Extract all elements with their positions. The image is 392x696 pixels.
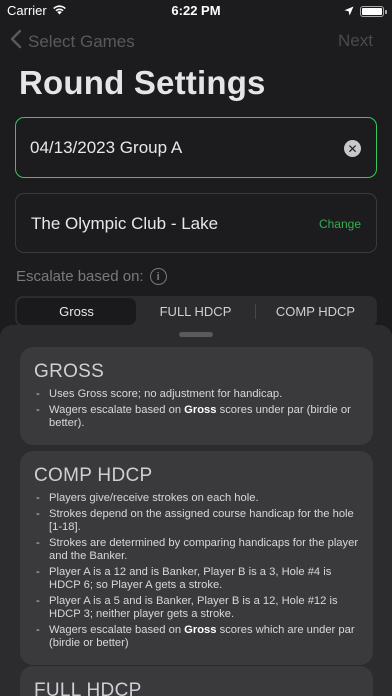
comp-hdcp-card: COMP HDCP Players give/receive strokes o…: [20, 451, 373, 665]
segment-comp-hdcp[interactable]: COMP HDCP: [256, 298, 375, 325]
gross-card: GROSS Uses Gross score; no adjustment fo…: [20, 347, 373, 445]
page-title: Round Settings: [19, 64, 266, 101]
escalate-label-text: Escalate based on:: [16, 268, 144, 285]
gross-list: Uses Gross score; no adjustment for hand…: [34, 388, 359, 430]
status-time: 6:22 PM: [171, 3, 221, 18]
comp-hdcp-card-title: COMP HDCP: [34, 465, 153, 486]
sheet-grabber[interactable]: [179, 332, 213, 337]
full-hdcp-card: FULL HDCP: [20, 666, 373, 696]
next-button[interactable]: Next: [338, 31, 373, 51]
full-hdcp-card-title: FULL HDCP: [34, 680, 142, 696]
comp-hdcp-list: Players give/receive strokes on each hol…: [34, 492, 359, 650]
clear-icon[interactable]: ✕: [344, 140, 361, 157]
status-right: [344, 4, 387, 19]
escalate-segmented-control: Gross FULL HDCP COMP HDCP: [15, 296, 377, 327]
round-name-field[interactable]: ✕: [15, 117, 377, 178]
change-course-button[interactable]: Change: [319, 217, 361, 231]
gross-card-title: GROSS: [34, 361, 105, 382]
course-name: The Olympic Club - Lake: [31, 214, 219, 233]
back-button[interactable]: Select Games: [10, 29, 135, 54]
location-arrow-icon: [344, 4, 354, 19]
segment-gross[interactable]: Gross: [17, 298, 136, 325]
list-item: Player A is a 5 and is Banker, Player B …: [34, 595, 359, 621]
list-item: Strokes are determined by comparing hand…: [34, 537, 359, 563]
list-item: Wagers escalate based on Gross scores wh…: [34, 624, 359, 650]
list-item: Uses Gross score; no adjustment for hand…: [34, 388, 359, 401]
status-bar: Carrier 6:22 PM: [0, 0, 392, 22]
battery-icon: [360, 6, 387, 17]
segment-full-hdcp[interactable]: FULL HDCP: [136, 298, 255, 325]
course-row: The Olympic Club - Lake Change: [15, 193, 377, 253]
list-item: Wagers escalate based on Gross scores un…: [34, 404, 359, 430]
list-item: Players give/receive strokes on each hol…: [34, 492, 359, 505]
round-name-input[interactable]: [30, 136, 330, 160]
list-item: Player A is a 12 and is Banker, Player B…: [34, 566, 359, 592]
escalate-label: Escalate based on: i: [16, 268, 167, 285]
list-item: Strokes depend on the assigned course ha…: [34, 508, 359, 534]
info-icon[interactable]: i: [149, 268, 167, 285]
info-sheet: GROSS Uses Gross score; no adjustment fo…: [0, 325, 392, 696]
nav-bar: Select Games Next: [0, 26, 392, 56]
back-button-label: Select Games: [28, 31, 135, 51]
chevron-left-icon: [10, 29, 22, 54]
